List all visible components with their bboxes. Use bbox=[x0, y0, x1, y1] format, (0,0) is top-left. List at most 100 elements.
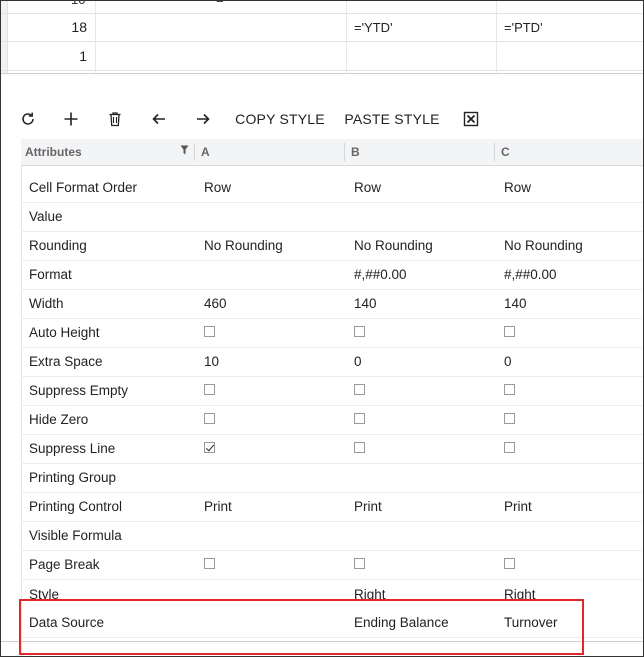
plus-icon bbox=[64, 112, 78, 126]
delete-button[interactable] bbox=[104, 107, 126, 131]
column-divider bbox=[346, 1, 347, 73]
partial-cell: = bbox=[216, 1, 224, 7]
excel-icon bbox=[463, 111, 479, 127]
header-col-c[interactable]: C bbox=[501, 139, 510, 165]
panel-separator bbox=[1, 73, 643, 100]
cell-a[interactable]: No Rounding bbox=[204, 231, 283, 260]
attributes-gutter bbox=[1, 139, 22, 656]
checkbox-a[interactable] bbox=[204, 384, 215, 395]
checkbox-a[interactable] bbox=[204, 326, 215, 337]
checkbox-b[interactable] bbox=[354, 384, 365, 395]
attribute-row[interactable]: Width 460 140 140 bbox=[21, 289, 643, 319]
attribute-row[interactable]: Hide Zero bbox=[21, 405, 643, 435]
attribute-label: Suppress Empty bbox=[29, 383, 129, 398]
header-divider bbox=[494, 143, 495, 161]
refresh-icon bbox=[22, 112, 34, 125]
column-divider bbox=[95, 1, 96, 73]
attribute-label: Hide Zero bbox=[29, 412, 89, 427]
move-left-button[interactable] bbox=[148, 107, 170, 131]
attribute-label: Printing Group bbox=[29, 470, 117, 485]
attribute-row[interactable]: Printing Group bbox=[21, 463, 643, 493]
cell-b[interactable]: Ending Balance bbox=[354, 608, 449, 637]
cell-c[interactable]: No Rounding bbox=[504, 231, 583, 260]
export-excel-button[interactable] bbox=[460, 107, 482, 131]
cell-ytd[interactable]: ='YTD' bbox=[354, 20, 393, 35]
cell-a[interactable]: Row bbox=[204, 173, 231, 202]
attribute-label: Visible Formula bbox=[29, 528, 122, 543]
table-row[interactable]: 1 bbox=[1, 42, 643, 71]
checkbox-b[interactable] bbox=[354, 442, 365, 453]
attribute-row[interactable]: Format #,##0.00 #,##0.00 bbox=[21, 260, 643, 290]
attribute-row[interactable]: Value bbox=[21, 202, 643, 232]
checkbox-a[interactable] bbox=[204, 413, 215, 424]
paste-style-button[interactable]: PASTE STYLE bbox=[344, 107, 440, 131]
cell-b[interactable]: Print bbox=[354, 492, 382, 521]
attribute-label: Auto Height bbox=[29, 325, 100, 340]
column-divider bbox=[496, 1, 497, 73]
attribute-label: Suppress Line bbox=[29, 441, 116, 456]
checkbox-c[interactable] bbox=[504, 558, 515, 569]
attribute-label: Style bbox=[29, 587, 60, 599]
row-number: 10 bbox=[71, 1, 85, 7]
add-button[interactable] bbox=[60, 107, 82, 131]
cell-b[interactable]: Right bbox=[354, 580, 386, 599]
cell-c[interactable]: Print bbox=[504, 492, 532, 521]
cell-a[interactable]: 10 bbox=[204, 347, 219, 376]
attribute-row[interactable]: Suppress Empty bbox=[21, 376, 643, 406]
header-attributes[interactable]: Attributes bbox=[25, 139, 82, 165]
checkbox-c[interactable] bbox=[504, 326, 515, 337]
refresh-button[interactable] bbox=[17, 107, 39, 131]
cell-c[interactable]: #,##0.00 bbox=[504, 260, 557, 289]
arrow-right-icon bbox=[197, 113, 210, 125]
cell-ptd[interactable]: ='PTD' bbox=[504, 20, 543, 35]
checkbox-c[interactable] bbox=[504, 384, 515, 395]
attribute-row[interactable]: Visible Formula bbox=[21, 521, 643, 551]
checkbox-b[interactable] bbox=[354, 326, 365, 337]
cell-b[interactable]: Row bbox=[354, 173, 381, 202]
attribute-label: Printing Control bbox=[29, 499, 123, 514]
cell-a[interactable]: 460 bbox=[204, 289, 227, 318]
cell-c[interactable]: Turnover bbox=[504, 608, 558, 637]
checkbox-c[interactable] bbox=[504, 442, 515, 453]
attribute-row[interactable]: Rounding No Rounding No Rounding No Roun… bbox=[21, 231, 643, 261]
cell-c[interactable]: Right bbox=[504, 580, 536, 599]
report-style-editor: 10 = 18 ='YTD' ='PTD' 1 bbox=[0, 0, 644, 657]
header-col-b[interactable]: B bbox=[351, 139, 360, 165]
cell-a[interactable]: Print bbox=[204, 492, 232, 521]
cell-c[interactable]: 0 bbox=[504, 347, 512, 376]
move-right-button[interactable] bbox=[192, 107, 214, 131]
checkbox-a[interactable] bbox=[204, 558, 215, 569]
cell-b[interactable]: 140 bbox=[354, 289, 377, 318]
attribute-label: Data Source bbox=[29, 615, 105, 630]
checkbox-a[interactable] bbox=[204, 442, 215, 453]
grid-bottom-edge bbox=[1, 641, 643, 642]
cell-c[interactable]: 140 bbox=[504, 289, 527, 318]
attribute-row[interactable]: Printing Control Print Print Print bbox=[21, 492, 643, 522]
arrow-left-icon bbox=[152, 113, 165, 125]
trash-icon bbox=[109, 112, 121, 127]
paste-style-label: PASTE STYLE bbox=[344, 111, 440, 127]
attribute-label: Format bbox=[29, 267, 72, 282]
cell-b[interactable]: 0 bbox=[354, 347, 362, 376]
copy-style-button[interactable]: COPY STYLE bbox=[235, 107, 325, 131]
checkbox-b[interactable] bbox=[354, 558, 365, 569]
attribute-label: Rounding bbox=[29, 238, 87, 253]
attribute-row[interactable]: Page Break bbox=[21, 550, 643, 580]
checkbox-c[interactable] bbox=[504, 413, 515, 424]
attribute-row[interactable]: Cell Format Order Row Row Row bbox=[21, 173, 643, 203]
attribute-label: Extra Space bbox=[29, 354, 103, 369]
cell-c[interactable]: Row bbox=[504, 173, 531, 202]
table-row[interactable]: 18 ='YTD' ='PTD' bbox=[1, 13, 643, 42]
attribute-row[interactable]: Suppress Line bbox=[21, 434, 643, 464]
attribute-row[interactable]: Extra Space 10 0 0 bbox=[21, 347, 643, 377]
cell-b[interactable]: #,##0.00 bbox=[354, 260, 407, 289]
attribute-label: Value bbox=[29, 209, 63, 224]
cell-b[interactable]: No Rounding bbox=[354, 231, 433, 260]
filter-icon[interactable] bbox=[180, 145, 189, 155]
header-col-a[interactable]: A bbox=[201, 139, 210, 165]
header-divider bbox=[194, 143, 195, 161]
attribute-row[interactable]: Data Source Ending Balance Turnover bbox=[21, 608, 643, 638]
attribute-row[interactable]: Style Right Right bbox=[21, 579, 643, 599]
checkbox-b[interactable] bbox=[354, 413, 365, 424]
attribute-row[interactable]: Auto Height bbox=[21, 318, 643, 348]
